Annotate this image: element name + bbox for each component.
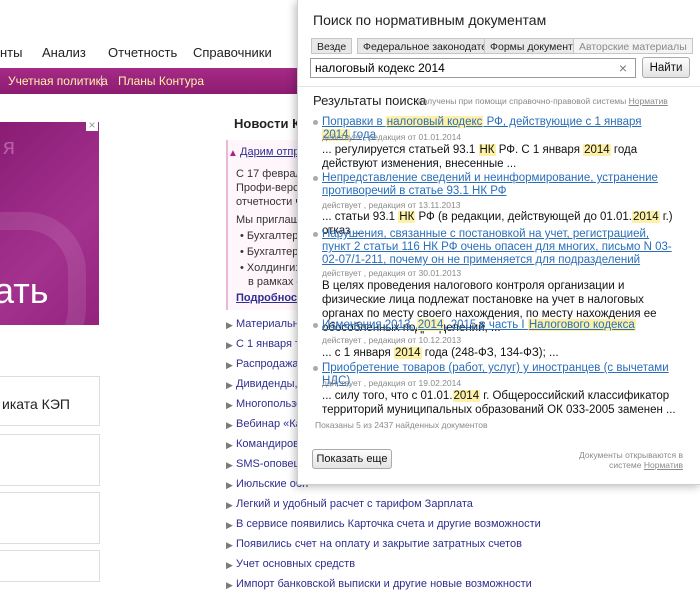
show-more-button[interactable]: Показать еще bbox=[312, 449, 392, 469]
search-term-highlight: 2014 bbox=[632, 211, 660, 223]
result-title-link[interactable]: Изменения 2013, 2014, 2015 в часть I Нал… bbox=[322, 319, 672, 332]
result-title-link[interactable]: Непредставление сведений и неинформирова… bbox=[322, 172, 672, 198]
arrow-right-icon: ▶ bbox=[226, 380, 233, 390]
news-bullet: • Бухгалтеро bbox=[240, 246, 305, 258]
tab-everywhere[interactable]: Везде bbox=[311, 38, 353, 54]
results-title: Результаты поиска bbox=[313, 93, 427, 108]
search-term-highlight: 2014 bbox=[416, 319, 445, 331]
search-term-highlight: НК bbox=[398, 211, 416, 223]
search-term-highlight: 2014 bbox=[452, 390, 481, 402]
panel-title: Поиск по нормативным документам bbox=[313, 12, 547, 28]
promo-banner[interactable]: я ать bbox=[0, 122, 99, 325]
arrow-right-icon: ▶ bbox=[226, 560, 233, 570]
normativ-footer-link[interactable]: Норматив bbox=[644, 460, 683, 470]
bullet-icon bbox=[313, 232, 318, 237]
search-row: × Найти bbox=[310, 57, 693, 80]
alert-icon: ▲ bbox=[228, 148, 238, 159]
promo-close-icon[interactable]: × bbox=[86, 119, 98, 131]
sub-nav-kontur-plans[interactable]: Планы Контура bbox=[118, 74, 204, 88]
result-meta: действует , редакция от 13.11.2013 bbox=[322, 200, 461, 210]
bullet-icon bbox=[313, 176, 318, 181]
result-meta: действует , редакция от 30.01.2013 bbox=[322, 268, 462, 278]
arrow-right-icon: ▶ bbox=[226, 580, 233, 590]
card-empty[interactable] bbox=[0, 550, 100, 582]
arrow-right-icon: ▶ bbox=[226, 520, 233, 530]
search-term-highlight: налоговый кодекс bbox=[385, 116, 484, 128]
bullet-icon bbox=[313, 366, 318, 371]
normative-search-panel: Поиск по нормативным документам Везде Фе… bbox=[297, 0, 700, 485]
bullet-icon bbox=[313, 323, 318, 328]
result-snippet: ... с 1 января 2014 года (248-ФЗ, 134-ФЗ… bbox=[322, 347, 559, 359]
result-snippet: ... силу того, что с 01.01.2014 г. Общер… bbox=[322, 390, 676, 416]
news-box: ▲ Дарим отправ С 17 февраля Профи-версии… bbox=[226, 140, 311, 310]
find-button[interactable]: Найти bbox=[642, 57, 690, 78]
arrow-right-icon: ▶ bbox=[226, 400, 233, 410]
arrow-right-icon: ▶ bbox=[226, 340, 233, 350]
arrow-right-icon: ▶ bbox=[226, 540, 233, 550]
bullet-icon bbox=[313, 120, 318, 125]
sub-nav-accounting-policy[interactable]: Учетная политика bbox=[8, 74, 108, 88]
arrow-right-icon: ▶ bbox=[226, 420, 233, 430]
result-meta: действует , редакция от 19.02.2014 bbox=[322, 378, 462, 388]
footer-note: Документы открываются в системе Норматив bbox=[578, 450, 683, 470]
search-term-highlight: 2014 bbox=[393, 347, 422, 359]
nav-item-reporting[interactable]: Отчетность bbox=[108, 45, 177, 60]
tab-author-materials[interactable]: Авторские материалы bbox=[573, 38, 693, 54]
sub-nav-separator: | bbox=[100, 73, 104, 87]
result-title-link[interactable]: Нарушения, связанные с постановкой на уч… bbox=[322, 228, 672, 267]
search-term-highlight: Налогового кодекса bbox=[527, 319, 636, 331]
result-meta: действует , редакция от 10.12.2013 bbox=[322, 335, 462, 345]
results-count: Показаны 5 из 2437 найденных документов bbox=[315, 420, 488, 430]
card-kep-text: иката КЭП bbox=[2, 396, 70, 412]
card-empty[interactable] bbox=[0, 492, 100, 544]
divider bbox=[298, 86, 700, 87]
result-meta: действует , редакция от 01.01.2014 bbox=[322, 132, 462, 142]
search-term-highlight: НК bbox=[478, 144, 496, 156]
arrow-right-icon: ▶ bbox=[226, 500, 233, 510]
card-kep[interactable]: иката КЭП bbox=[0, 376, 100, 426]
promo-faded-text: я bbox=[3, 134, 15, 159]
card-empty[interactable] bbox=[0, 434, 100, 486]
arrow-right-icon: ▶ bbox=[226, 480, 233, 490]
arrow-right-icon: ▶ bbox=[226, 440, 233, 450]
nav-item-analysis[interactable]: Анализ bbox=[42, 45, 86, 60]
result-snippet: ... регулируется статьей 93.1 НК РФ. С 1… bbox=[322, 144, 638, 170]
results-source-note: получены при помощи справочно-правовой с… bbox=[418, 96, 668, 106]
news-line: Мы приглаша bbox=[236, 214, 306, 226]
search-input[interactable] bbox=[310, 58, 636, 78]
promo-big-text: ать bbox=[0, 270, 49, 311]
search-term-highlight: 2014 bbox=[583, 144, 611, 156]
arrow-right-icon: ▶ bbox=[226, 460, 233, 470]
nav-item-partial[interactable]: нты bbox=[0, 45, 22, 60]
nav-item-references[interactable]: Справочники bbox=[193, 45, 272, 60]
arrow-right-icon: ▶ bbox=[226, 360, 233, 370]
clear-icon[interactable]: × bbox=[616, 61, 630, 75]
normativ-link[interactable]: Норматив bbox=[629, 96, 668, 106]
news-bullet: • Бухгалтерс bbox=[240, 230, 304, 242]
arrow-right-icon: ▶ bbox=[226, 320, 233, 330]
